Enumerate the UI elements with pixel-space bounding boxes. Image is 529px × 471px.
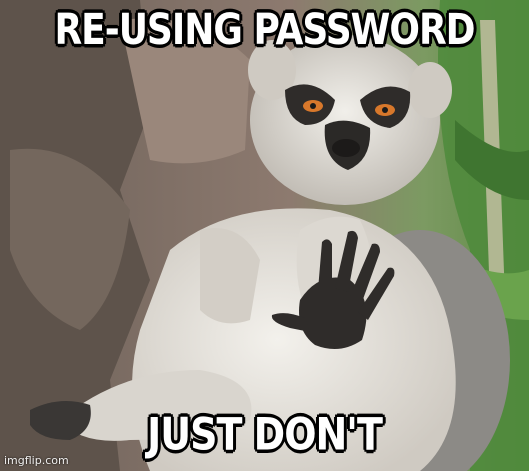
watermark: imgflip.com: [4, 454, 69, 467]
meme-image: RE-USING PASSWORD JUST DON'T imgflip.com: [0, 0, 529, 471]
lemur-photo: [0, 0, 529, 471]
bottom-caption: JUST DON'T: [147, 408, 383, 460]
top-caption: RE-USING PASSWORD: [54, 6, 475, 55]
